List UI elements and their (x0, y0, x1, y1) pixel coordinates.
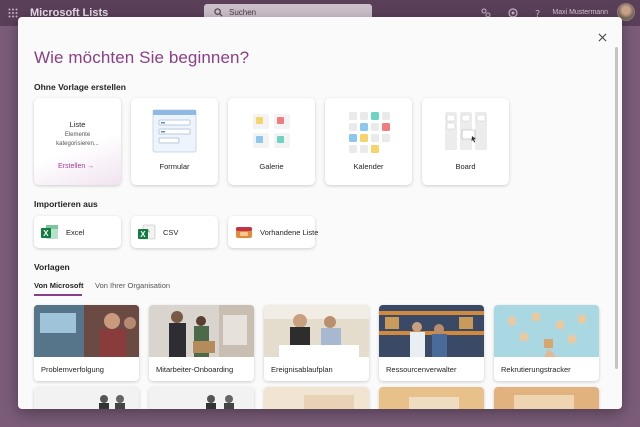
svg-text:X: X (43, 229, 49, 238)
template-image (34, 387, 139, 409)
existing-list-label: Vorhandene Liste (260, 228, 319, 237)
board-card-label: Board (455, 162, 476, 171)
blank-calendar-card[interactable]: Kalender (325, 98, 412, 185)
blank-board-card[interactable]: Board (422, 98, 509, 185)
dialog-title: Wie möchten Sie beginnen? (34, 48, 250, 67)
templates-section-heading: Vorlagen (34, 262, 70, 272)
lists-icon (236, 227, 252, 238)
template-label: Mitarbeiter-Onboarding (156, 365, 234, 374)
active-tab-indicator (34, 294, 82, 296)
close-button[interactable] (595, 30, 609, 44)
close-icon (598, 33, 606, 41)
template-image (149, 305, 254, 357)
calendar-icon (349, 112, 390, 153)
excel-label: Excel (66, 228, 85, 237)
template-card-ressourcenverwalter[interactable]: Ressourcenverwalter (379, 305, 484, 381)
template-card-rekrutierungstracker[interactable]: Rekrutierungstracker (494, 305, 599, 381)
csv-icon: a, X (138, 224, 156, 240)
list-card-description: Elemente kategorisieren... (56, 132, 99, 147)
blank-form-card[interactable]: Formular (131, 98, 218, 185)
csv-label: CSV (163, 228, 179, 237)
template-card-partial[interactable] (34, 387, 139, 409)
template-image (264, 387, 369, 409)
template-card-partial[interactable] (264, 387, 369, 409)
waffle-icon (8, 8, 18, 18)
svg-text:X: X (140, 230, 146, 239)
list-card-title: Liste (69, 120, 86, 129)
template-image (494, 387, 599, 409)
template-image (379, 387, 484, 409)
template-label: Problemverfolgung (41, 365, 104, 374)
import-csv-card[interactable]: a, X CSV (131, 216, 218, 248)
import-excel-card[interactable]: X Excel (34, 216, 121, 248)
template-card-mitarbeiter-onboarding[interactable]: Mitarbeiter-Onboarding (149, 305, 254, 381)
template-label: Ereignisablaufplan (271, 365, 333, 374)
template-card-problemverfolgung[interactable]: Problemverfolgung (34, 305, 139, 381)
template-card-partial[interactable] (379, 387, 484, 409)
create-list-dialog: Wie möchten Sie beginnen? Ohne Vorlage e… (18, 17, 622, 409)
tab-von-microsoft[interactable]: Von Microsoft (34, 281, 83, 290)
user-name: Maxi Mustermann (552, 9, 608, 16)
template-image (264, 305, 369, 357)
create-link[interactable]: Erstellen → (58, 163, 94, 170)
template-card-partial[interactable] (149, 387, 254, 409)
search-placeholder: Suchen (229, 8, 257, 17)
blank-section-heading: Ohne Vorlage erstellen (34, 82, 126, 92)
template-label: Rekrutierungstracker (501, 365, 571, 374)
gallery-card-label: Galerie (259, 162, 284, 171)
import-section-heading: Importieren aus (34, 199, 98, 209)
tab-von-ihrer-organisation[interactable]: Von Ihrer Organisation (95, 281, 170, 290)
template-image (494, 305, 599, 357)
board-icon (445, 112, 487, 150)
template-card-partial[interactable] (494, 387, 599, 409)
template-image (149, 387, 254, 409)
search-icon (214, 8, 223, 17)
excel-icon: X (41, 225, 58, 239)
template-card-ereignisablaufplan[interactable]: Ereignisablaufplan (264, 305, 369, 381)
template-label: Ressourcenverwalter (386, 365, 457, 374)
import-existing-list-card[interactable]: Vorhandene Liste (228, 216, 319, 248)
template-image (379, 305, 484, 357)
calendar-card-label: Kalender (353, 162, 384, 171)
blank-gallery-card[interactable]: Galerie (228, 98, 315, 185)
template-image (34, 305, 139, 357)
scrollbar[interactable] (615, 47, 618, 369)
blank-list-card[interactable]: Liste Elemente kategorisieren... Erstell… (34, 98, 121, 185)
gallery-icon (253, 114, 290, 148)
form-icon (152, 109, 197, 153)
form-card-label: Formular (159, 162, 190, 171)
